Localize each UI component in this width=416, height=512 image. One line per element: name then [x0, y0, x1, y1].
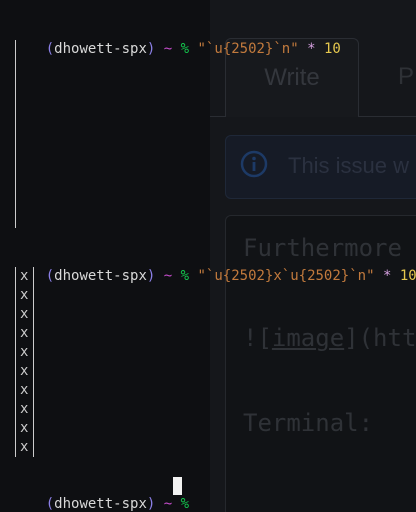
- output-x-row: x: [20, 287, 29, 303]
- prompt-user: dhowett-spx: [54, 496, 147, 512]
- command-count: 10: [399, 268, 416, 284]
- output-left-border: [15, 267, 16, 457]
- text-cursor[interactable]: [173, 477, 182, 495]
- output-x-row: x: [20, 344, 29, 360]
- output-vertical-line: [15, 40, 16, 228]
- output-x-row: x: [20, 363, 29, 379]
- prompt-dir: ~: [163, 41, 173, 57]
- prompt-close-paren: ): [146, 496, 156, 512]
- command-operator: *: [307, 41, 316, 57]
- prompt-open-paren: (: [45, 41, 55, 57]
- output-right-border: [33, 267, 34, 457]
- command-operator: *: [382, 268, 392, 284]
- prompt-line: (dhowett-spx) ~ % "`u{2502}x`u{2502}`n" …: [12, 248, 416, 305]
- output-x-row: x: [20, 420, 29, 436]
- prompt-symbol: %: [180, 496, 190, 512]
- output-x-row: x: [20, 439, 29, 455]
- prompt-user: dhowett-spx: [54, 268, 147, 284]
- prompt-open-paren: (: [45, 268, 55, 284]
- terminal-window[interactable]: (dhowett-spx) ~ % "`u{2502}`n" * 10 (dho…: [0, 0, 416, 512]
- prompt-line: (dhowett-spx) ~ % "`u{2502}`n" * 10: [12, 21, 341, 78]
- command-string: "`u{2502}x`u{2502}`n": [197, 268, 375, 284]
- command-count: 10: [323, 41, 341, 57]
- prompt-symbol: %: [180, 41, 190, 57]
- prompt-dir: ~: [163, 496, 173, 512]
- prompt-user: dhowett-spx: [54, 41, 147, 57]
- prompt-symbol: %: [180, 268, 190, 284]
- output-x-row: x: [20, 306, 29, 322]
- command-string: "`u{2502}`n": [197, 41, 299, 57]
- output-x-row: x: [20, 325, 29, 341]
- output-x-row: x: [20, 401, 29, 417]
- output-x-row: x: [20, 382, 29, 398]
- output-x-row: x: [20, 268, 29, 284]
- prompt-open-paren: (: [45, 496, 55, 512]
- prompt-line: (dhowett-spx) ~ %: [12, 476, 189, 512]
- output-x-column: xxxxxxxxxx: [20, 267, 28, 457]
- prompt-close-paren: ): [146, 41, 156, 57]
- prompt-dir: ~: [163, 268, 173, 284]
- prompt-close-paren: ): [146, 268, 156, 284]
